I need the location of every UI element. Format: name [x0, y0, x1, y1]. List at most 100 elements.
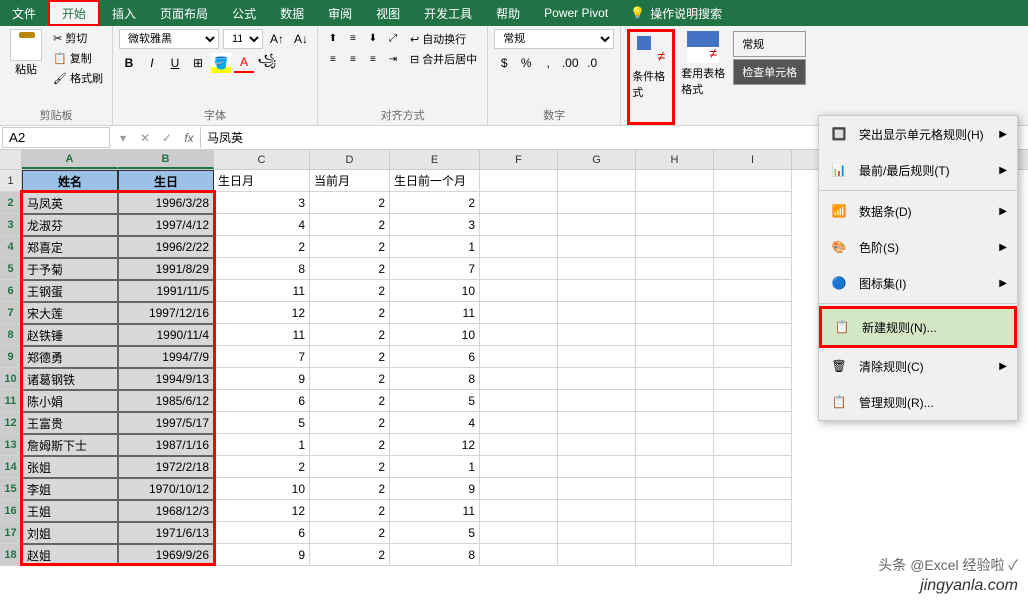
cell-current-month[interactable]: 2 [310, 522, 390, 544]
col-header-b[interactable]: B [118, 150, 214, 169]
cell-birthday[interactable]: 1994/9/13 [118, 368, 214, 390]
cell-empty[interactable] [714, 500, 792, 522]
cell-prev-month[interactable]: 4 [390, 412, 480, 434]
cell-birth-month[interactable]: 12 [214, 500, 310, 522]
name-box[interactable] [2, 127, 110, 148]
cell-birthday[interactable]: 1991/11/5 [118, 280, 214, 302]
cell-empty[interactable] [558, 236, 636, 258]
cell-empty[interactable] [558, 214, 636, 236]
cell-current-month[interactable]: 2 [310, 302, 390, 324]
cell-prev-month[interactable]: 1 [390, 456, 480, 478]
cell-current-month[interactable]: 2 [310, 456, 390, 478]
cell-birth-month[interactable]: 11 [214, 280, 310, 302]
cell-birth-month[interactable]: 4 [214, 214, 310, 236]
cell-current-month[interactable]: 2 [310, 324, 390, 346]
table-format-button[interactable]: 套用表格格式 [679, 29, 727, 125]
cell-name[interactable]: 赵铁锤 [22, 324, 118, 346]
cell-empty[interactable] [558, 280, 636, 302]
cell-empty[interactable] [714, 280, 792, 302]
col-header-i[interactable]: I [714, 150, 792, 169]
merge-button[interactable]: ⊟合并后居中 [406, 49, 481, 69]
cell-name[interactable]: 刘姐 [22, 522, 118, 544]
cell-empty[interactable] [558, 324, 636, 346]
align-right-button[interactable]: ≡ [364, 50, 382, 68]
row-header[interactable]: 15 [0, 478, 22, 500]
currency-button[interactable]: $ [494, 53, 514, 73]
cell-empty[interactable] [558, 544, 636, 566]
cell-empty[interactable] [636, 258, 714, 280]
row-header[interactable]: 8 [0, 324, 22, 346]
cell-current-month[interactable]: 2 [310, 236, 390, 258]
menu-clear-rules[interactable]: 🗑 清除规则(C) ▶ [819, 348, 1017, 384]
decrease-decimal-button[interactable]: .0 [582, 53, 602, 73]
italic-button[interactable]: I [142, 53, 162, 73]
tab-review[interactable]: 审阅 [316, 0, 364, 26]
conditional-format-button[interactable]: 条件格式 [627, 29, 675, 125]
cell-empty[interactable] [480, 412, 558, 434]
cell-h1[interactable] [636, 170, 714, 192]
cell-empty[interactable] [714, 478, 792, 500]
col-header-h[interactable]: H [636, 150, 714, 169]
cell-empty[interactable] [480, 302, 558, 324]
row-header[interactable]: 6 [0, 280, 22, 302]
copy-button[interactable]: 📋复制 [50, 49, 106, 67]
row-header[interactable]: 17 [0, 522, 22, 544]
cell-empty[interactable] [636, 390, 714, 412]
cell-current-month[interactable]: 2 [310, 192, 390, 214]
row-header[interactable]: 2 [0, 192, 22, 214]
cell-prev-month[interactable]: 3 [390, 214, 480, 236]
tab-view[interactable]: 视图 [364, 0, 412, 26]
cell-empty[interactable] [636, 456, 714, 478]
cut-button[interactable]: ✂剪切 [50, 29, 106, 47]
cell-name[interactable]: 王钢蛋 [22, 280, 118, 302]
cell-birth-month[interactable]: 9 [214, 368, 310, 390]
col-header-g[interactable]: G [558, 150, 636, 169]
cell-name[interactable]: 赵姐 [22, 544, 118, 566]
cell-birthday[interactable]: 1996/3/28 [118, 192, 214, 214]
align-left-button[interactable]: ≡ [324, 50, 342, 68]
col-header-d[interactable]: D [310, 150, 390, 169]
cell-empty[interactable] [636, 236, 714, 258]
cell-birth-month[interactable]: 8 [214, 258, 310, 280]
cell-name[interactable]: 郑德勇 [22, 346, 118, 368]
cell-empty[interactable] [714, 434, 792, 456]
cell-birthday[interactable]: 1990/11/4 [118, 324, 214, 346]
cell-birth-month[interactable]: 2 [214, 456, 310, 478]
col-header-e[interactable]: E [390, 150, 480, 169]
tab-developer[interactable]: 开发工具 [412, 0, 484, 26]
cell-empty[interactable] [480, 434, 558, 456]
cell-birth-month[interactable]: 9 [214, 544, 310, 566]
cell-name[interactable]: 张姐 [22, 456, 118, 478]
cell-empty[interactable] [558, 478, 636, 500]
cell-empty[interactable] [714, 368, 792, 390]
cell-empty[interactable] [714, 522, 792, 544]
cell-empty[interactable] [714, 456, 792, 478]
bold-button[interactable]: B [119, 53, 139, 73]
font-name-select[interactable]: 微软雅黑 [119, 29, 219, 49]
cell-birthday[interactable]: 1985/6/12 [118, 390, 214, 412]
cell-birthday[interactable]: 1969/9/26 [118, 544, 214, 566]
cell-empty[interactable] [714, 346, 792, 368]
cell-empty[interactable] [636, 434, 714, 456]
cell-empty[interactable] [714, 236, 792, 258]
cell-current-month[interactable]: 2 [310, 368, 390, 390]
cell-birthday[interactable]: 1968/12/3 [118, 500, 214, 522]
cell-empty[interactable] [480, 522, 558, 544]
cell-empty[interactable] [558, 346, 636, 368]
cell-birthday[interactable]: 1987/1/16 [118, 434, 214, 456]
col-header-f[interactable]: F [480, 150, 558, 169]
cell-empty[interactable] [480, 390, 558, 412]
cell-empty[interactable] [480, 280, 558, 302]
fx-button[interactable]: fx [178, 131, 200, 145]
cell-birthday[interactable]: 1971/6/13 [118, 522, 214, 544]
cell-birth-month[interactable]: 7 [214, 346, 310, 368]
cell-birthday[interactable]: 1970/10/12 [118, 478, 214, 500]
cell-name[interactable]: 龙淑芬 [22, 214, 118, 236]
comma-button[interactable]: , [538, 53, 558, 73]
col-header-a[interactable]: A [22, 150, 118, 169]
cell-f1[interactable] [480, 170, 558, 192]
cell-empty[interactable] [480, 192, 558, 214]
cell-prev-month[interactable]: 1 [390, 236, 480, 258]
cell-empty[interactable] [480, 258, 558, 280]
cell-empty[interactable] [480, 500, 558, 522]
